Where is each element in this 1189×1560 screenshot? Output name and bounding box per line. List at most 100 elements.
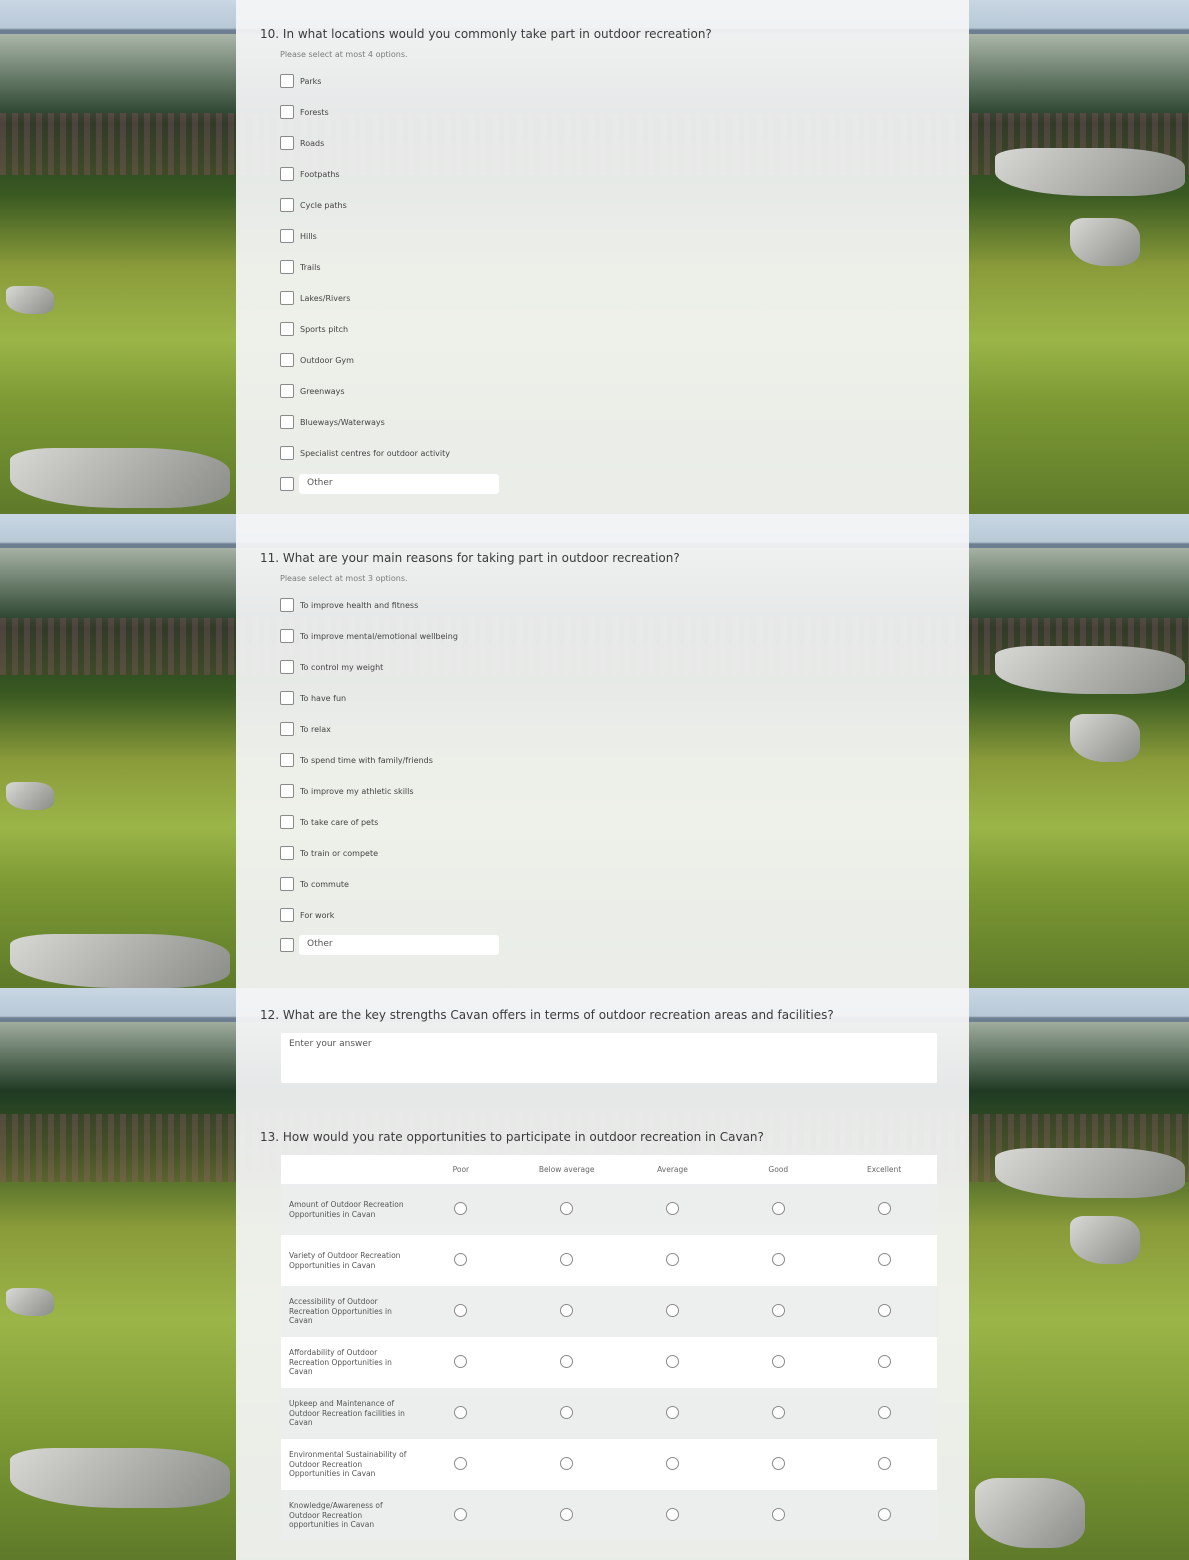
- radio-button[interactable]: [665, 1253, 679, 1266]
- option-forests[interactable]: Forests: [280, 105, 329, 119]
- radio-button[interactable]: [454, 1304, 468, 1317]
- answer-textarea[interactable]: Enter your answer: [281, 1033, 937, 1083]
- checkbox[interactable]: [280, 784, 294, 798]
- checkbox[interactable]: [280, 846, 294, 860]
- option-hills[interactable]: Hills: [280, 229, 317, 243]
- checkbox[interactable]: [280, 353, 294, 367]
- checkbox[interactable]: [280, 167, 294, 181]
- option-lakes-rivers[interactable]: Lakes/Rivers: [280, 291, 350, 305]
- background-rock: [995, 646, 1185, 694]
- option-outdoor-gym[interactable]: Outdoor Gym: [280, 353, 354, 367]
- radio-button[interactable]: [877, 1457, 891, 1470]
- checkbox[interactable]: [280, 908, 294, 922]
- radio-button[interactable]: [877, 1355, 891, 1368]
- checkbox[interactable]: [280, 877, 294, 891]
- question-title: 10. In what locations would you commonly…: [260, 27, 712, 41]
- radio-button[interactable]: [665, 1457, 679, 1470]
- radio-button[interactable]: [877, 1202, 891, 1215]
- option-work[interactable]: For work: [280, 908, 334, 922]
- column-header: Good: [768, 1165, 789, 1174]
- option-footpaths[interactable]: Footpaths: [280, 167, 340, 181]
- grid-row: Upkeep and Maintenance of Outdoor Recrea…: [281, 1388, 937, 1439]
- checkbox[interactable]: [280, 691, 294, 705]
- radio-button[interactable]: [877, 1406, 891, 1419]
- grid-row: Affordability of Outdoor Recreation Oppo…: [281, 1337, 937, 1388]
- radio-button[interactable]: [560, 1355, 574, 1368]
- checkbox[interactable]: [280, 938, 294, 952]
- radio-button[interactable]: [454, 1253, 468, 1266]
- radio-button[interactable]: [560, 1202, 574, 1215]
- checkbox[interactable]: [280, 260, 294, 274]
- checkbox[interactable]: [280, 74, 294, 88]
- checkbox[interactable]: [280, 598, 294, 612]
- form-card: [236, 0, 969, 514]
- option-roads[interactable]: Roads: [280, 136, 324, 150]
- option-control-weight[interactable]: To control my weight: [280, 660, 383, 674]
- radio-button[interactable]: [454, 1202, 468, 1215]
- question-title: 12. What are the key strengths Cavan off…: [260, 1008, 834, 1022]
- radio-button[interactable]: [454, 1508, 468, 1521]
- option-trails[interactable]: Trails: [280, 260, 321, 274]
- option-greenways[interactable]: Greenways: [280, 384, 345, 398]
- radio-button[interactable]: [771, 1457, 785, 1470]
- checkbox[interactable]: [280, 415, 294, 429]
- radio-button[interactable]: [877, 1304, 891, 1317]
- checkbox[interactable]: [280, 229, 294, 243]
- option-cycle-paths[interactable]: Cycle paths: [280, 198, 347, 212]
- option-have-fun[interactable]: To have fun: [280, 691, 346, 705]
- option-health-fitness[interactable]: To improve health and fitness: [280, 598, 418, 612]
- radio-button[interactable]: [665, 1355, 679, 1368]
- checkbox[interactable]: [280, 198, 294, 212]
- option-parks[interactable]: Parks: [280, 74, 321, 88]
- radio-button[interactable]: [665, 1406, 679, 1419]
- checkbox[interactable]: [280, 660, 294, 674]
- option-family-friends[interactable]: To spend time with family/friends: [280, 753, 433, 767]
- radio-button[interactable]: [560, 1253, 574, 1266]
- radio-button[interactable]: [560, 1457, 574, 1470]
- radio-button[interactable]: [454, 1457, 468, 1470]
- option-other[interactable]: Other: [280, 935, 499, 955]
- other-input[interactable]: Other: [299, 474, 499, 494]
- checkbox[interactable]: [280, 815, 294, 829]
- checkbox[interactable]: [280, 722, 294, 736]
- option-other[interactable]: Other: [280, 474, 499, 494]
- radio-button[interactable]: [771, 1304, 785, 1317]
- radio-button[interactable]: [771, 1355, 785, 1368]
- option-relax[interactable]: To relax: [280, 722, 331, 736]
- other-input[interactable]: Other: [299, 935, 499, 955]
- radio-button[interactable]: [877, 1253, 891, 1266]
- radio-button[interactable]: [771, 1202, 785, 1215]
- radio-button[interactable]: [665, 1508, 679, 1521]
- radio-button[interactable]: [454, 1355, 468, 1368]
- checkbox[interactable]: [280, 291, 294, 305]
- checkbox[interactable]: [280, 753, 294, 767]
- checkbox[interactable]: [280, 322, 294, 336]
- option-athletic-skills[interactable]: To improve my athletic skills: [280, 784, 414, 798]
- grid-row: Variety of Outdoor Recreation Opportunit…: [281, 1235, 937, 1286]
- option-mental-wellbeing[interactable]: To improve mental/emotional wellbeing: [280, 629, 458, 643]
- checkbox[interactable]: [280, 384, 294, 398]
- radio-button[interactable]: [877, 1508, 891, 1521]
- radio-button[interactable]: [771, 1406, 785, 1419]
- radio-button[interactable]: [454, 1406, 468, 1419]
- radio-button[interactable]: [665, 1304, 679, 1317]
- background-rock: [995, 148, 1185, 196]
- radio-button[interactable]: [771, 1508, 785, 1521]
- option-train-compete[interactable]: To train or compete: [280, 846, 378, 860]
- background-rock: [1070, 218, 1140, 266]
- option-specialist-centres[interactable]: Specialist centres for outdoor activity: [280, 446, 450, 460]
- radio-button[interactable]: [560, 1406, 574, 1419]
- radio-button[interactable]: [560, 1304, 574, 1317]
- option-sports-pitch[interactable]: Sports pitch: [280, 322, 348, 336]
- checkbox[interactable]: [280, 477, 294, 491]
- checkbox[interactable]: [280, 446, 294, 460]
- radio-button[interactable]: [665, 1202, 679, 1215]
- option-blueways[interactable]: Blueways/Waterways: [280, 415, 385, 429]
- option-pets[interactable]: To take care of pets: [280, 815, 378, 829]
- radio-button[interactable]: [771, 1253, 785, 1266]
- radio-button[interactable]: [560, 1508, 574, 1521]
- checkbox[interactable]: [280, 105, 294, 119]
- option-commute[interactable]: To commute: [280, 877, 349, 891]
- checkbox[interactable]: [280, 629, 294, 643]
- checkbox[interactable]: [280, 136, 294, 150]
